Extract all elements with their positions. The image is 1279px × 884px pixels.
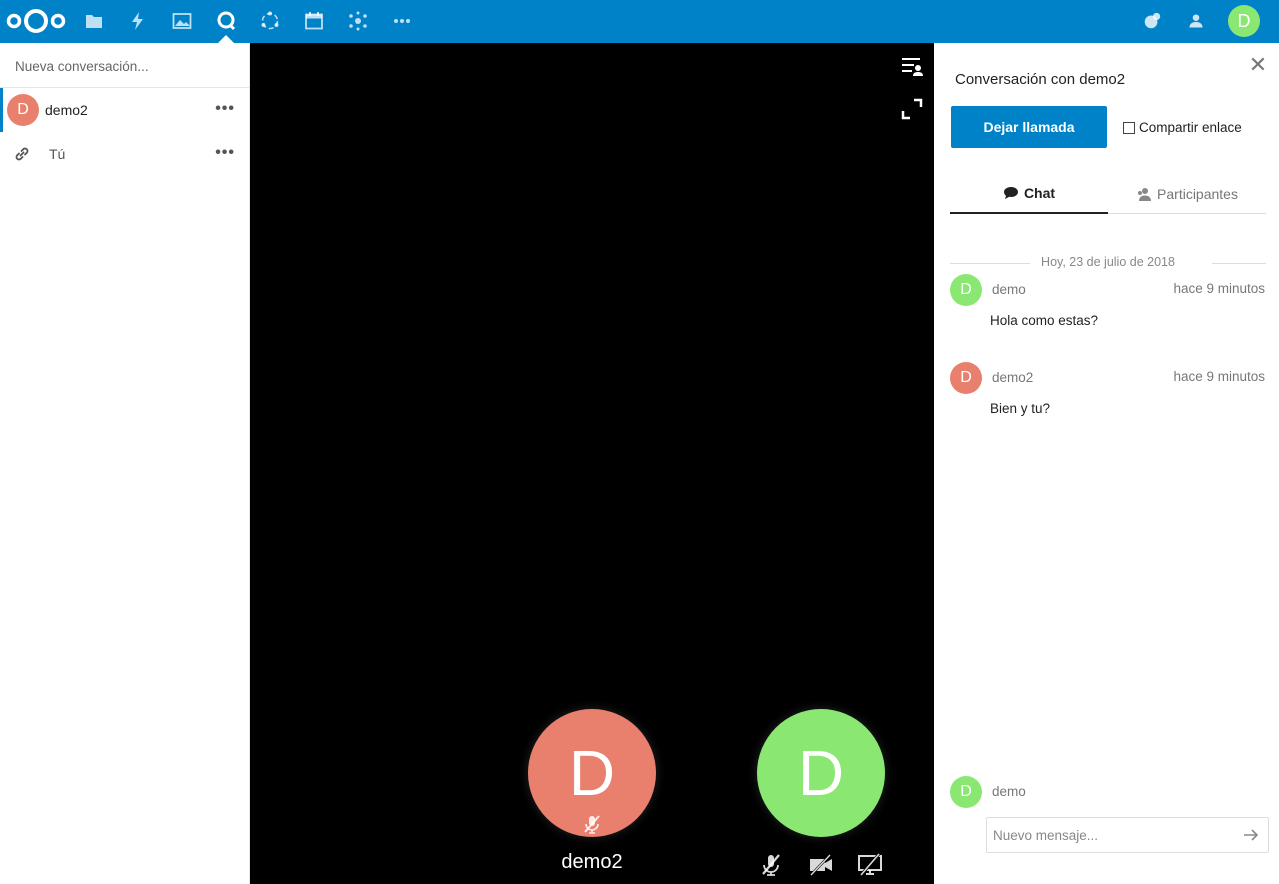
remote-participant-name: demo2 [561, 851, 623, 873]
conversation-name: Tú [49, 146, 66, 162]
conversation-item-public-link[interactable]: Tú ••• [0, 132, 249, 176]
top-header: D [0, 0, 1279, 43]
divider [1212, 263, 1266, 264]
nextcloud-logo[interactable] [6, 6, 68, 36]
files-icon[interactable] [82, 9, 106, 33]
more-apps-icon[interactable] [390, 9, 414, 33]
notifications-icon[interactable] [1141, 10, 1163, 32]
date-separator-label: Hoy, 23 de julio de 2018 [1041, 255, 1175, 269]
gallery-icon[interactable] [170, 9, 194, 33]
video-call-area: D demo2 D [250, 43, 934, 884]
message-text: Bien y tu? [990, 401, 1051, 416]
avatar: D [950, 362, 982, 394]
tab-participants[interactable]: Participantes [1108, 173, 1266, 214]
tab-label: Participantes [1157, 185, 1238, 202]
circles-icon[interactable] [258, 9, 282, 33]
message-author: demo2 [992, 370, 1034, 385]
conversation-item-demo2[interactable]: D demo2 ••• [0, 88, 249, 132]
talk-icon[interactable] [214, 9, 238, 33]
activity-icon[interactable] [126, 9, 150, 33]
share-link-label: Compartir enlace [1139, 120, 1242, 135]
calendar-icon[interactable] [302, 9, 326, 33]
active-app-indicator [218, 35, 234, 43]
message-author: demo [992, 282, 1026, 297]
message-time: hace 9 minutos [1173, 369, 1265, 384]
tab-label: Chat [1023, 184, 1056, 201]
message-time: hace 9 minutos [1173, 281, 1265, 296]
social-icon[interactable] [346, 9, 370, 33]
conversation-details-sidebar: ✕ Conversación con demo2 Dejar llamada C… [934, 43, 1279, 884]
new-message-input[interactable] [987, 818, 1237, 852]
muted-microphone-icon [584, 815, 600, 834]
date-separator: Hoy, 23 de julio de 2018 [950, 255, 1266, 271]
conversation-name: demo2 [45, 102, 88, 118]
avatar: D [7, 94, 39, 126]
conversation-title: Conversación con demo2 [955, 71, 1126, 88]
message-text: Hola como estas? [990, 313, 1099, 328]
contacts-icon[interactable] [1185, 10, 1207, 32]
send-icon[interactable] [1242, 826, 1260, 844]
close-icon[interactable]: ✕ [1248, 54, 1268, 76]
more-options-icon[interactable]: ••• [215, 145, 235, 161]
fullscreen-icon[interactable] [900, 97, 924, 121]
chat-bubble-icon [1003, 186, 1018, 199]
user-avatar[interactable]: D [1228, 5, 1260, 37]
share-link-option[interactable]: Compartir enlace [1123, 120, 1242, 135]
participants-icon [1138, 187, 1152, 201]
composer-avatar: D [950, 776, 982, 808]
more-options-icon[interactable]: ••• [215, 101, 235, 117]
conversations-sidebar: Nueva conversación... D demo2 ••• Tú ••• [0, 43, 250, 884]
toggle-sidebar-icon[interactable] [900, 54, 924, 78]
local-participant-avatar: D [757, 709, 885, 837]
sidebar-tabs: Chat Participantes [950, 173, 1266, 214]
avatar: D [950, 274, 982, 306]
toggle-screenshare-button[interactable] [857, 852, 883, 878]
tab-chat[interactable]: Chat [950, 173, 1108, 214]
new-conversation-search[interactable]: Nueva conversación... [0, 43, 249, 88]
mute-microphone-button[interactable] [758, 852, 784, 878]
toggle-camera-button[interactable] [808, 852, 834, 878]
composer-author: demo [992, 784, 1026, 799]
message-composer [986, 817, 1269, 853]
leave-call-button[interactable]: Dejar llamada [951, 106, 1107, 148]
link-icon [15, 147, 29, 161]
share-link-checkbox[interactable] [1123, 121, 1135, 134]
